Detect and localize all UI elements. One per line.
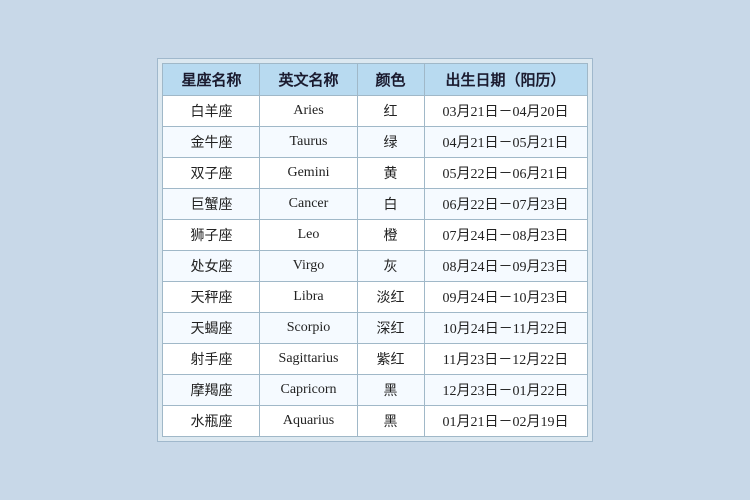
cell-english-name: Cancer	[260, 189, 357, 220]
cell-chinese-name: 天秤座	[163, 282, 260, 313]
cell-color: 红	[357, 96, 424, 127]
col-header-color: 颜色	[357, 64, 424, 96]
cell-color: 紫红	[357, 344, 424, 375]
table-row: 天秤座Libra淡红09月24日－10月23日	[163, 282, 587, 313]
cell-date: 08月24日－09月23日	[424, 251, 587, 282]
cell-date: 07月24日－08月23日	[424, 220, 587, 251]
table-row: 射手座Sagittarius紫红11月23日－12月22日	[163, 344, 587, 375]
cell-chinese-name: 白羊座	[163, 96, 260, 127]
cell-date: 05月22日－06月21日	[424, 158, 587, 189]
cell-english-name: Aquarius	[260, 406, 357, 437]
cell-chinese-name: 射手座	[163, 344, 260, 375]
table-row: 狮子座Leo橙07月24日－08月23日	[163, 220, 587, 251]
table-row: 巨蟹座Cancer白06月22日－07月23日	[163, 189, 587, 220]
cell-english-name: Gemini	[260, 158, 357, 189]
cell-color: 黑	[357, 375, 424, 406]
cell-chinese-name: 狮子座	[163, 220, 260, 251]
cell-color: 黑	[357, 406, 424, 437]
cell-english-name: Taurus	[260, 127, 357, 158]
table-header-row: 星座名称 英文名称 颜色 出生日期（阳历）	[163, 64, 587, 96]
cell-date: 10月24日－11月22日	[424, 313, 587, 344]
table-row: 金牛座Taurus绿04月21日－05月21日	[163, 127, 587, 158]
table-row: 水瓶座Aquarius黑01月21日－02月19日	[163, 406, 587, 437]
zodiac-table: 星座名称 英文名称 颜色 出生日期（阳历） 白羊座Aries红03月21日－04…	[162, 63, 587, 437]
cell-english-name: Aries	[260, 96, 357, 127]
cell-color: 绿	[357, 127, 424, 158]
cell-english-name: Libra	[260, 282, 357, 313]
cell-date: 11月23日－12月22日	[424, 344, 587, 375]
col-header-chinese: 星座名称	[163, 64, 260, 96]
table-row: 摩羯座Capricorn黑12月23日－01月22日	[163, 375, 587, 406]
cell-chinese-name: 双子座	[163, 158, 260, 189]
cell-date: 12月23日－01月22日	[424, 375, 587, 406]
col-header-english: 英文名称	[260, 64, 357, 96]
table-row: 天蝎座Scorpio深红10月24日－11月22日	[163, 313, 587, 344]
cell-english-name: Leo	[260, 220, 357, 251]
cell-date: 01月21日－02月19日	[424, 406, 587, 437]
table-row: 处女座Virgo灰08月24日－09月23日	[163, 251, 587, 282]
col-header-date: 出生日期（阳历）	[424, 64, 587, 96]
cell-color: 橙	[357, 220, 424, 251]
table-row: 白羊座Aries红03月21日－04月20日	[163, 96, 587, 127]
cell-color: 黄	[357, 158, 424, 189]
cell-chinese-name: 水瓶座	[163, 406, 260, 437]
cell-date: 03月21日－04月20日	[424, 96, 587, 127]
cell-color: 白	[357, 189, 424, 220]
cell-chinese-name: 巨蟹座	[163, 189, 260, 220]
cell-date: 04月21日－05月21日	[424, 127, 587, 158]
cell-date: 06月22日－07月23日	[424, 189, 587, 220]
cell-english-name: Virgo	[260, 251, 357, 282]
cell-color: 淡红	[357, 282, 424, 313]
cell-chinese-name: 处女座	[163, 251, 260, 282]
cell-english-name: Sagittarius	[260, 344, 357, 375]
cell-chinese-name: 天蝎座	[163, 313, 260, 344]
cell-chinese-name: 金牛座	[163, 127, 260, 158]
zodiac-table-wrapper: 星座名称 英文名称 颜色 出生日期（阳历） 白羊座Aries红03月21日－04…	[157, 58, 592, 442]
table-row: 双子座Gemini黄05月22日－06月21日	[163, 158, 587, 189]
cell-english-name: Scorpio	[260, 313, 357, 344]
cell-chinese-name: 摩羯座	[163, 375, 260, 406]
cell-date: 09月24日－10月23日	[424, 282, 587, 313]
cell-color: 深红	[357, 313, 424, 344]
cell-color: 灰	[357, 251, 424, 282]
table-body: 白羊座Aries红03月21日－04月20日金牛座Taurus绿04月21日－0…	[163, 96, 587, 437]
cell-english-name: Capricorn	[260, 375, 357, 406]
